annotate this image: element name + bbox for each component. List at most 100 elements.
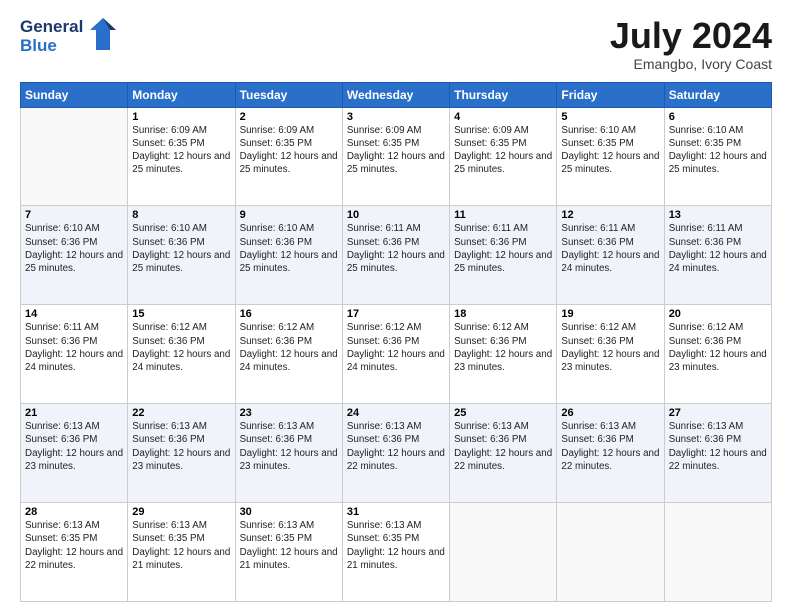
calendar-cell: 8Sunrise: 6:10 AMSunset: 6:36 PMDaylight…	[128, 206, 235, 305]
cell-info: Sunrise: 6:12 AMSunset: 6:36 PMDaylight:…	[454, 321, 552, 374]
col-header-monday: Monday	[128, 82, 235, 107]
calendar-cell	[21, 107, 128, 206]
cell-info: Sunrise: 6:10 AMSunset: 6:36 PMDaylight:…	[25, 222, 123, 275]
col-header-thursday: Thursday	[450, 82, 557, 107]
cell-info: Sunrise: 6:11 AMSunset: 6:36 PMDaylight:…	[454, 222, 552, 275]
calendar-cell: 15Sunrise: 6:12 AMSunset: 6:36 PMDayligh…	[128, 305, 235, 404]
cell-info: Sunrise: 6:11 AMSunset: 6:36 PMDaylight:…	[347, 222, 445, 275]
cell-info: Sunrise: 6:10 AMSunset: 6:36 PMDaylight:…	[240, 222, 338, 275]
cell-info: Sunrise: 6:13 AMSunset: 6:35 PMDaylight:…	[25, 519, 123, 572]
calendar-cell: 22Sunrise: 6:13 AMSunset: 6:36 PMDayligh…	[128, 404, 235, 503]
day-number: 13	[669, 209, 767, 221]
calendar-week-row: 1Sunrise: 6:09 AMSunset: 6:35 PMDaylight…	[21, 107, 772, 206]
day-number: 24	[347, 407, 445, 419]
cell-info: Sunrise: 6:12 AMSunset: 6:36 PMDaylight:…	[347, 321, 445, 374]
cell-info: Sunrise: 6:11 AMSunset: 6:36 PMDaylight:…	[669, 222, 767, 275]
day-number: 23	[240, 407, 338, 419]
cell-info: Sunrise: 6:12 AMSunset: 6:36 PMDaylight:…	[240, 321, 338, 374]
day-number: 27	[669, 407, 767, 419]
cell-info: Sunrise: 6:10 AMSunset: 6:36 PMDaylight:…	[132, 222, 230, 275]
calendar-table: SundayMondayTuesdayWednesdayThursdayFrid…	[20, 82, 772, 602]
cell-info: Sunrise: 6:13 AMSunset: 6:36 PMDaylight:…	[454, 420, 552, 473]
day-number: 5	[561, 111, 659, 123]
cell-info: Sunrise: 6:13 AMSunset: 6:35 PMDaylight:…	[240, 519, 338, 572]
calendar-cell: 17Sunrise: 6:12 AMSunset: 6:36 PMDayligh…	[342, 305, 449, 404]
day-number: 3	[347, 111, 445, 123]
calendar-cell: 5Sunrise: 6:10 AMSunset: 6:35 PMDaylight…	[557, 107, 664, 206]
calendar-week-row: 14Sunrise: 6:11 AMSunset: 6:36 PMDayligh…	[21, 305, 772, 404]
page: General Blue July 2024 Emangbo, Ivory Co…	[0, 0, 792, 612]
calendar-cell: 7Sunrise: 6:10 AMSunset: 6:36 PMDaylight…	[21, 206, 128, 305]
cell-info: Sunrise: 6:13 AMSunset: 6:36 PMDaylight:…	[240, 420, 338, 473]
cell-info: Sunrise: 6:09 AMSunset: 6:35 PMDaylight:…	[240, 124, 338, 177]
header: General Blue July 2024 Emangbo, Ivory Co…	[20, 16, 772, 72]
day-number: 19	[561, 308, 659, 320]
cell-info: Sunrise: 6:09 AMSunset: 6:35 PMDaylight:…	[347, 124, 445, 177]
cell-info: Sunrise: 6:12 AMSunset: 6:36 PMDaylight:…	[132, 321, 230, 374]
cell-info: Sunrise: 6:13 AMSunset: 6:36 PMDaylight:…	[25, 420, 123, 473]
calendar-cell: 29Sunrise: 6:13 AMSunset: 6:35 PMDayligh…	[128, 503, 235, 602]
logo-blue: Blue	[20, 37, 83, 56]
logo-bird-icon	[88, 16, 118, 57]
day-number: 30	[240, 506, 338, 518]
calendar-cell: 10Sunrise: 6:11 AMSunset: 6:36 PMDayligh…	[342, 206, 449, 305]
calendar-cell: 23Sunrise: 6:13 AMSunset: 6:36 PMDayligh…	[235, 404, 342, 503]
calendar-header-row: SundayMondayTuesdayWednesdayThursdayFrid…	[21, 82, 772, 107]
cell-info: Sunrise: 6:13 AMSunset: 6:36 PMDaylight:…	[132, 420, 230, 473]
calendar-cell: 26Sunrise: 6:13 AMSunset: 6:36 PMDayligh…	[557, 404, 664, 503]
cell-info: Sunrise: 6:13 AMSunset: 6:36 PMDaylight:…	[561, 420, 659, 473]
day-number: 20	[669, 308, 767, 320]
cell-info: Sunrise: 6:13 AMSunset: 6:36 PMDaylight:…	[669, 420, 767, 473]
day-number: 14	[25, 308, 123, 320]
logo-general: General	[20, 18, 83, 37]
calendar-cell: 20Sunrise: 6:12 AMSunset: 6:36 PMDayligh…	[664, 305, 771, 404]
calendar-cell: 28Sunrise: 6:13 AMSunset: 6:35 PMDayligh…	[21, 503, 128, 602]
day-number: 8	[132, 209, 230, 221]
day-number: 9	[240, 209, 338, 221]
day-number: 11	[454, 209, 552, 221]
calendar-cell: 2Sunrise: 6:09 AMSunset: 6:35 PMDaylight…	[235, 107, 342, 206]
main-title: July 2024	[610, 16, 772, 56]
day-number: 17	[347, 308, 445, 320]
calendar-cell: 13Sunrise: 6:11 AMSunset: 6:36 PMDayligh…	[664, 206, 771, 305]
day-number: 29	[132, 506, 230, 518]
day-number: 21	[25, 407, 123, 419]
calendar-week-row: 7Sunrise: 6:10 AMSunset: 6:36 PMDaylight…	[21, 206, 772, 305]
calendar-cell: 3Sunrise: 6:09 AMSunset: 6:35 PMDaylight…	[342, 107, 449, 206]
logo: General Blue	[20, 16, 118, 57]
calendar-cell: 21Sunrise: 6:13 AMSunset: 6:36 PMDayligh…	[21, 404, 128, 503]
day-number: 6	[669, 111, 767, 123]
calendar-cell: 1Sunrise: 6:09 AMSunset: 6:35 PMDaylight…	[128, 107, 235, 206]
calendar-cell	[450, 503, 557, 602]
calendar-cell: 24Sunrise: 6:13 AMSunset: 6:36 PMDayligh…	[342, 404, 449, 503]
cell-info: Sunrise: 6:11 AMSunset: 6:36 PMDaylight:…	[25, 321, 123, 374]
day-number: 7	[25, 209, 123, 221]
cell-info: Sunrise: 6:09 AMSunset: 6:35 PMDaylight:…	[454, 124, 552, 177]
calendar-cell: 19Sunrise: 6:12 AMSunset: 6:36 PMDayligh…	[557, 305, 664, 404]
calendar-cell: 30Sunrise: 6:13 AMSunset: 6:35 PMDayligh…	[235, 503, 342, 602]
calendar-cell: 16Sunrise: 6:12 AMSunset: 6:36 PMDayligh…	[235, 305, 342, 404]
cell-info: Sunrise: 6:09 AMSunset: 6:35 PMDaylight:…	[132, 124, 230, 177]
calendar-cell: 27Sunrise: 6:13 AMSunset: 6:36 PMDayligh…	[664, 404, 771, 503]
calendar-cell	[557, 503, 664, 602]
cell-info: Sunrise: 6:13 AMSunset: 6:35 PMDaylight:…	[347, 519, 445, 572]
cell-info: Sunrise: 6:12 AMSunset: 6:36 PMDaylight:…	[669, 321, 767, 374]
day-number: 10	[347, 209, 445, 221]
col-header-wednesday: Wednesday	[342, 82, 449, 107]
day-number: 22	[132, 407, 230, 419]
day-number: 1	[132, 111, 230, 123]
calendar-cell: 31Sunrise: 6:13 AMSunset: 6:35 PMDayligh…	[342, 503, 449, 602]
day-number: 12	[561, 209, 659, 221]
day-number: 2	[240, 111, 338, 123]
col-header-tuesday: Tuesday	[235, 82, 342, 107]
col-header-saturday: Saturday	[664, 82, 771, 107]
cell-info: Sunrise: 6:10 AMSunset: 6:35 PMDaylight:…	[669, 124, 767, 177]
calendar-cell: 12Sunrise: 6:11 AMSunset: 6:36 PMDayligh…	[557, 206, 664, 305]
day-number: 31	[347, 506, 445, 518]
subtitle: Emangbo, Ivory Coast	[610, 56, 772, 72]
calendar-cell: 4Sunrise: 6:09 AMSunset: 6:35 PMDaylight…	[450, 107, 557, 206]
col-header-friday: Friday	[557, 82, 664, 107]
day-number: 16	[240, 308, 338, 320]
day-number: 25	[454, 407, 552, 419]
day-number: 26	[561, 407, 659, 419]
